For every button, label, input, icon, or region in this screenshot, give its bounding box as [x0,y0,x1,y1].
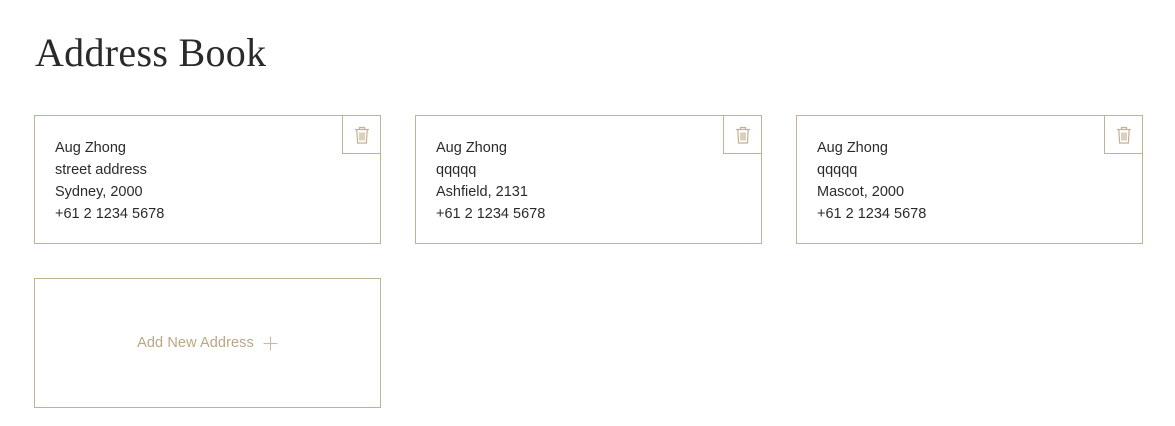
address-phone: +61 2 1234 5678 [817,206,927,222]
address-details: Aug Zhong qqqqq Ashfield, 2131 +61 2 123… [436,137,545,225]
trash-icon [735,126,750,144]
address-name: Aug Zhong [436,140,507,156]
address-street: qqqqq [436,162,477,178]
add-new-address-button[interactable]: Add New Address [34,278,381,408]
address-street: street address [55,162,147,178]
address-details: Aug Zhong street address Sydney, 2000 +6… [55,137,164,225]
address-city: Ashfield, 2131 [436,184,528,200]
address-street: qqqqq [817,162,858,178]
address-city: Mascot, 2000 [817,184,905,200]
address-details: Aug Zhong qqqqq Mascot, 2000 +61 2 1234 … [817,137,926,225]
trash-icon [1116,126,1131,144]
address-name: Aug Zhong [55,140,126,156]
delete-address-button[interactable] [723,115,762,154]
address-card: Aug Zhong qqqqq Mascot, 2000 +61 2 1234 … [796,115,1143,244]
page-title: Address Book [35,30,267,75]
address-card: Aug Zhong street address Sydney, 2000 +6… [34,115,381,244]
delete-address-button[interactable] [342,115,381,154]
address-card: Aug Zhong qqqqq Ashfield, 2131 +61 2 123… [415,115,762,244]
delete-address-button[interactable] [1104,115,1143,154]
add-new-address-label: Add New Address [137,335,254,351]
trash-icon [354,126,369,144]
address-phone: +61 2 1234 5678 [55,206,165,222]
address-phone: +61 2 1234 5678 [436,206,546,222]
address-city: Sydney, 2000 [55,184,143,200]
plus-icon [263,336,278,351]
address-name: Aug Zhong [817,140,888,156]
